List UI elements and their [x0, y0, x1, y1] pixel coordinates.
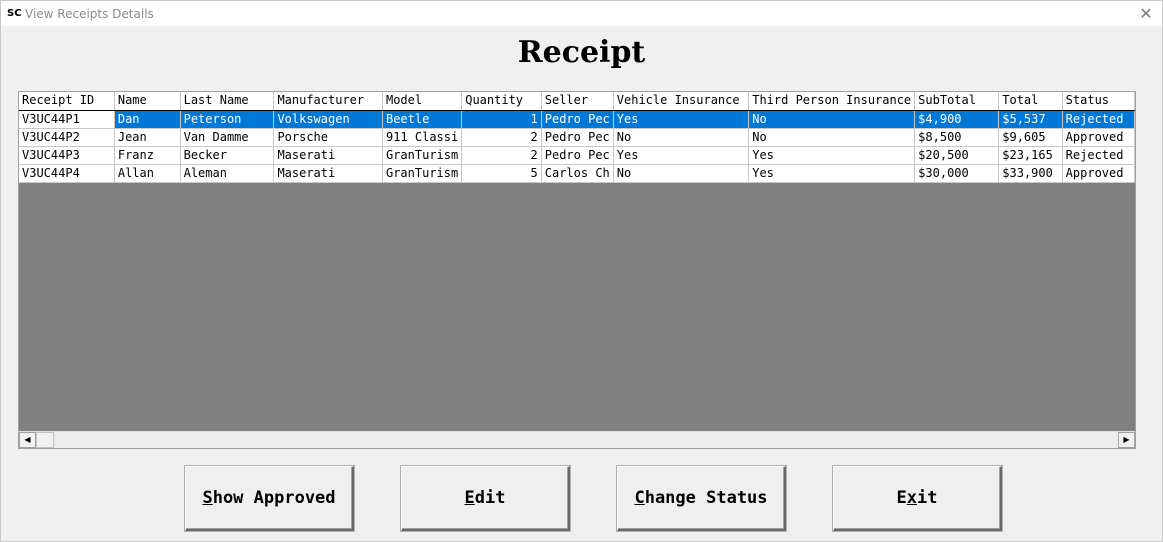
- column-header[interactable]: SubTotal: [914, 92, 1000, 111]
- table-cell[interactable]: Yes: [748, 146, 916, 165]
- table-cell[interactable]: $30,000: [914, 164, 1000, 183]
- button-mnemonic: S: [202, 488, 213, 508]
- page-title: Receipt: [517, 35, 646, 70]
- column-header[interactable]: Third Person Insurance: [748, 92, 916, 111]
- table-cell[interactable]: Carlos Ch: [541, 164, 614, 183]
- column-header[interactable]: Manufacturer: [273, 92, 383, 111]
- table-cell[interactable]: 1: [461, 110, 542, 129]
- table-cell[interactable]: $4,900: [914, 110, 1000, 129]
- column-header[interactable]: Total: [998, 92, 1063, 111]
- table-cell[interactable]: 5: [461, 164, 542, 183]
- table-cell[interactable]: Beetle: [382, 110, 463, 129]
- button-mnemonic: C: [634, 488, 645, 508]
- exit-button[interactable]: Ex it: [833, 466, 1002, 531]
- receipts-grid[interactable]: Receipt ID Name Last Name Manufacturer M…: [18, 91, 1136, 449]
- table-cell[interactable]: V3UC44P3: [19, 146, 115, 165]
- button-label: dit: [474, 488, 506, 508]
- button-label: hange Status: [644, 488, 768, 508]
- table-cell[interactable]: $8,500: [914, 128, 1000, 147]
- table-cell[interactable]: Maserati: [273, 146, 383, 165]
- table-row[interactable]: V3UC44P1 Dan Peterson Volkswagen Beetle …: [19, 110, 1135, 129]
- table-cell[interactable]: No: [748, 128, 916, 147]
- table-cell[interactable]: Rejected: [1062, 110, 1135, 129]
- table-cell[interactable]: Approved: [1062, 164, 1135, 183]
- column-header[interactable]: Model: [382, 92, 463, 111]
- table-cell[interactable]: Pedro Pec: [541, 128, 614, 147]
- table-cell[interactable]: 2: [461, 128, 542, 147]
- table-cell[interactable]: GranTurism: [382, 164, 463, 183]
- table-cell[interactable]: $5,537: [998, 110, 1063, 129]
- app-icon: SC: [7, 7, 22, 19]
- table-cell[interactable]: Aleman: [180, 164, 275, 183]
- horizontal-scrollbar[interactable]: ◀ ▶: [19, 431, 1135, 448]
- table-row[interactable]: V3UC44P3 Franz Becker Maserati GranTuris…: [19, 146, 1135, 165]
- column-header[interactable]: Name: [114, 92, 181, 111]
- table-cell[interactable]: V3UC44P1: [19, 110, 115, 129]
- receipts-window: SC View Receipts Details ✕ Receipt Recei…: [0, 0, 1163, 542]
- close-icon[interactable]: ✕: [1130, 1, 1162, 26]
- button-label: it: [917, 488, 938, 508]
- button-mnemonic: E: [464, 488, 475, 508]
- table-cell[interactable]: Jean: [114, 128, 181, 147]
- show-approved-button[interactable]: Show Approved: [185, 466, 354, 531]
- table-cell[interactable]: $23,165: [998, 146, 1063, 165]
- table-row[interactable]: V3UC44P2 Jean Van Damme Porsche 911 Clas…: [19, 128, 1135, 147]
- table-cell[interactable]: Maserati: [273, 164, 383, 183]
- table-cell[interactable]: No: [748, 110, 916, 129]
- button-label: how Approved: [212, 488, 336, 508]
- table-cell[interactable]: Franz: [114, 146, 181, 165]
- scroll-left-icon[interactable]: ◀: [19, 432, 36, 448]
- column-header[interactable]: Seller: [541, 92, 614, 111]
- table-cell[interactable]: $33,900: [998, 164, 1063, 183]
- window-title: View Receipts Details: [25, 6, 154, 21]
- change-status-button[interactable]: Change Status: [617, 466, 786, 531]
- button-label: E: [896, 488, 907, 508]
- table-cell[interactable]: Becker: [180, 146, 275, 165]
- column-header[interactable]: Vehicle Insurance: [613, 92, 750, 111]
- table-cell[interactable]: Yes: [613, 110, 750, 129]
- table-header-row: Receipt ID Name Last Name Manufacturer M…: [19, 92, 1135, 111]
- table-cell[interactable]: $20,500: [914, 146, 1000, 165]
- column-header[interactable]: Receipt ID: [19, 92, 115, 111]
- table-cell[interactable]: V3UC44P2: [19, 128, 115, 147]
- table-cell[interactable]: No: [613, 128, 750, 147]
- table-cell[interactable]: Yes: [748, 164, 916, 183]
- scroll-right-icon[interactable]: ▶: [1118, 432, 1135, 448]
- table-cell[interactable]: Volkswagen: [273, 110, 383, 129]
- receipts-table: Receipt ID Name Last Name Manufacturer M…: [19, 92, 1135, 183]
- scroll-thumb[interactable]: [36, 432, 54, 448]
- table-cell[interactable]: 2: [461, 146, 542, 165]
- table-cell[interactable]: Yes: [613, 146, 750, 165]
- table-cell[interactable]: Pedro Pec: [541, 146, 614, 165]
- table-cell[interactable]: Porsche: [273, 128, 383, 147]
- table-cell[interactable]: Rejected: [1062, 146, 1135, 165]
- table-cell[interactable]: Approved: [1062, 128, 1135, 147]
- table-cell[interactable]: Pedro Pec: [541, 110, 614, 129]
- table-cell[interactable]: 911 Classi: [382, 128, 463, 147]
- table-row[interactable]: V3UC44P4 Allan Aleman Maserati GranTuris…: [19, 164, 1135, 183]
- table-cell[interactable]: Peterson: [180, 110, 275, 129]
- table-cell[interactable]: GranTurism: [382, 146, 463, 165]
- table-cell[interactable]: V3UC44P4: [19, 164, 115, 183]
- title-bar: SC View Receipts Details ✕: [1, 1, 1162, 26]
- column-header[interactable]: Status: [1062, 92, 1135, 111]
- button-mnemonic: x: [906, 488, 917, 508]
- table-cell[interactable]: Van Damme: [180, 128, 275, 147]
- table-cell[interactable]: Allan: [114, 164, 181, 183]
- column-header[interactable]: Quantity: [461, 92, 542, 111]
- table-cell[interactable]: $9,605: [998, 128, 1063, 147]
- table-cell[interactable]: No: [613, 164, 750, 183]
- column-header[interactable]: Last Name: [180, 92, 275, 111]
- table-cell[interactable]: Dan: [114, 110, 181, 129]
- edit-button[interactable]: Edit: [401, 466, 570, 531]
